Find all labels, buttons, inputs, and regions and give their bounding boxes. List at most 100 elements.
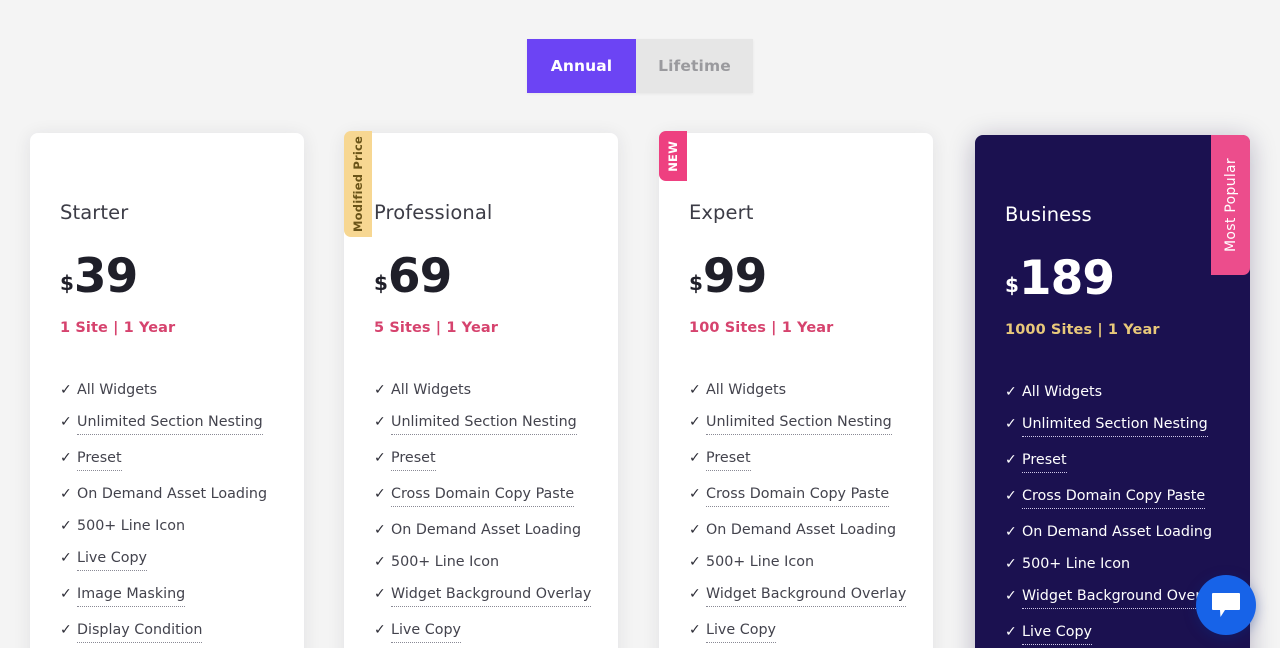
check-icon: ✓ bbox=[60, 517, 72, 534]
feature-label[interactable]: Live Copy bbox=[1022, 624, 1093, 645]
feature-label: All Widgets bbox=[706, 381, 787, 398]
check-icon: ✓ bbox=[689, 621, 701, 638]
price-amount: 189 bbox=[1018, 250, 1115, 306]
plan-name: Expert bbox=[689, 201, 754, 224]
feature-label[interactable]: Unlimited Section Nesting bbox=[706, 414, 892, 435]
feature-item: ✓ Widget Background Overlay bbox=[374, 586, 592, 607]
feature-item: ✓ Cross Domain Copy Paste bbox=[689, 486, 903, 507]
chat-widget-button[interactable] bbox=[1196, 575, 1256, 635]
feature-item: ✓ Live Copy bbox=[1005, 624, 1220, 645]
feature-label[interactable]: Display Condition bbox=[77, 622, 203, 643]
feature-label: On Demand Asset Loading bbox=[77, 485, 268, 502]
plan-price: $ 189 bbox=[1005, 250, 1220, 306]
ribbon-new: NEW bbox=[659, 131, 687, 181]
feature-label[interactable]: Unlimited Section Nesting bbox=[1022, 416, 1208, 437]
check-icon: ✓ bbox=[689, 449, 701, 466]
ribbon-new-label: NEW bbox=[666, 140, 680, 172]
feature-label[interactable]: Widget Background Overlay bbox=[391, 586, 592, 607]
check-icon: ✓ bbox=[374, 521, 386, 538]
plan-name: Business bbox=[1005, 203, 1092, 226]
feature-label[interactable]: Live Copy bbox=[77, 550, 148, 571]
plan-price: $ 39 bbox=[60, 252, 274, 299]
feature-label[interactable]: Cross Domain Copy Paste bbox=[1022, 488, 1206, 509]
ribbon-most-popular-label: Most Popular bbox=[1222, 158, 1239, 252]
check-icon: ✓ bbox=[374, 553, 386, 570]
check-icon: ✓ bbox=[60, 621, 72, 638]
pricing-card-starter[interactable]: Starter $ 39 1 Site | 1 Year ✓ All Widget… bbox=[30, 133, 304, 648]
feature-label[interactable]: Preset bbox=[391, 450, 436, 471]
feature-item: ✓ Live Copy bbox=[374, 622, 588, 643]
feature-label: On Demand Asset Loading bbox=[706, 521, 897, 538]
check-icon: ✓ bbox=[374, 449, 386, 466]
feature-list: ✓ All Widgets ✓ Unlimited Section Nesting … bbox=[60, 381, 274, 643]
check-icon: ✓ bbox=[1005, 523, 1017, 540]
feature-item: ✓ Display Condition bbox=[60, 621, 274, 643]
feature-item: ✓ All Widgets bbox=[1005, 383, 1220, 401]
feature-label[interactable]: Preset bbox=[706, 450, 751, 471]
plan-sites-duration: 1 Site | 1 Year bbox=[60, 319, 176, 336]
feature-label: 500+ Line Icon bbox=[1022, 555, 1131, 572]
feature-item: ✓ Unlimited Section Nesting bbox=[1005, 415, 1220, 437]
feature-label[interactable]: Widget Background Overlay bbox=[1022, 588, 1223, 609]
feature-label[interactable]: Widget Background Overlay bbox=[706, 586, 907, 607]
feature-item: ✓ Live Copy bbox=[689, 621, 903, 643]
feature-label: All Widgets bbox=[391, 381, 472, 398]
feature-item: ✓ Preset bbox=[1005, 452, 1220, 473]
currency-symbol: $ bbox=[689, 271, 703, 296]
pricing-card-business[interactable]: Business $ 189 1000 Sites | 1 Year ✓ All … bbox=[975, 135, 1250, 648]
plan-name: Professional bbox=[374, 201, 493, 224]
feature-list: ✓ All Widgets ✓ Unlimited Section Nesting … bbox=[1005, 383, 1223, 645]
check-icon: ✓ bbox=[60, 413, 72, 430]
ribbon-modified-price-label: Modified Price bbox=[351, 136, 365, 232]
feature-item: ✓ Preset bbox=[60, 449, 274, 471]
check-icon: ✓ bbox=[374, 485, 386, 502]
feature-label[interactable]: Live Copy bbox=[706, 622, 777, 643]
ribbon-modified-price: Modified Price bbox=[344, 131, 372, 237]
feature-item: ✓ Unlimited Section Nesting bbox=[374, 413, 588, 435]
feature-label[interactable]: Image Masking bbox=[77, 586, 186, 607]
feature-item: ✓ All Widgets bbox=[689, 381, 903, 399]
feature-list: ✓ All Widgets ✓ Unlimited Section Nesting … bbox=[374, 381, 592, 643]
feature-item: ✓ On Demand Asset Loading bbox=[374, 521, 588, 539]
feature-item: ✓ 500+ Line Icon bbox=[689, 553, 903, 571]
pricing-card-expert[interactable]: Expert $ 99 100 Sites | 1 Year ✓ All Widg… bbox=[659, 133, 933, 648]
price-amount: 99 bbox=[702, 248, 767, 304]
feature-label[interactable]: Preset bbox=[1022, 452, 1067, 473]
check-icon: ✓ bbox=[1005, 587, 1017, 604]
currency-symbol: $ bbox=[1005, 273, 1019, 298]
plan-price: $ 99 bbox=[689, 248, 903, 304]
feature-label[interactable]: Cross Domain Copy Paste bbox=[391, 486, 575, 507]
feature-label: 500+ Line Icon bbox=[77, 517, 186, 534]
feature-item: ✓ 500+ Line Icon bbox=[60, 517, 274, 535]
ribbon-most-popular: Most Popular bbox=[1211, 135, 1250, 275]
feature-label[interactable]: Preset bbox=[77, 450, 122, 471]
feature-label: 500+ Line Icon bbox=[706, 553, 815, 570]
feature-label[interactable]: Cross Domain Copy Paste bbox=[706, 486, 890, 507]
feature-item: ✓ Preset bbox=[689, 449, 903, 471]
check-icon: ✓ bbox=[60, 449, 72, 466]
feature-label: All Widgets bbox=[1022, 383, 1103, 400]
feature-item: ✓ All Widgets bbox=[60, 381, 274, 399]
check-icon: ✓ bbox=[60, 585, 72, 602]
feature-label: All Widgets bbox=[77, 381, 158, 398]
check-icon: ✓ bbox=[1005, 487, 1017, 504]
check-icon: ✓ bbox=[374, 413, 386, 430]
plan-sites-duration: 5 Sites | 1 Year bbox=[374, 319, 499, 336]
feature-label[interactable]: Live Copy bbox=[391, 622, 462, 643]
feature-item: ✓ Cross Domain Copy Paste bbox=[1005, 487, 1220, 509]
feature-item: ✓ Cross Domain Copy Paste bbox=[374, 485, 588, 507]
feature-item: ✓ 500+ Line Icon bbox=[374, 553, 588, 571]
check-icon: ✓ bbox=[1005, 555, 1017, 572]
feature-label: On Demand Asset Loading bbox=[1022, 523, 1213, 540]
feature-label[interactable]: Unlimited Section Nesting bbox=[391, 414, 577, 435]
check-icon: ✓ bbox=[1005, 415, 1017, 432]
pricing-card-professional[interactable]: Professional $ 69 5 Sites | 1 Year ✓ All … bbox=[344, 133, 618, 648]
feature-item: ✓ Widget Background Overlay bbox=[689, 586, 907, 607]
feature-label: 500+ Line Icon bbox=[391, 553, 500, 570]
currency-symbol: $ bbox=[374, 271, 388, 296]
plan-price: $ 69 bbox=[374, 252, 588, 299]
check-icon: ✓ bbox=[60, 381, 72, 398]
currency-symbol: $ bbox=[60, 271, 74, 296]
feature-label[interactable]: Unlimited Section Nesting bbox=[77, 414, 263, 435]
check-icon: ✓ bbox=[689, 381, 701, 398]
